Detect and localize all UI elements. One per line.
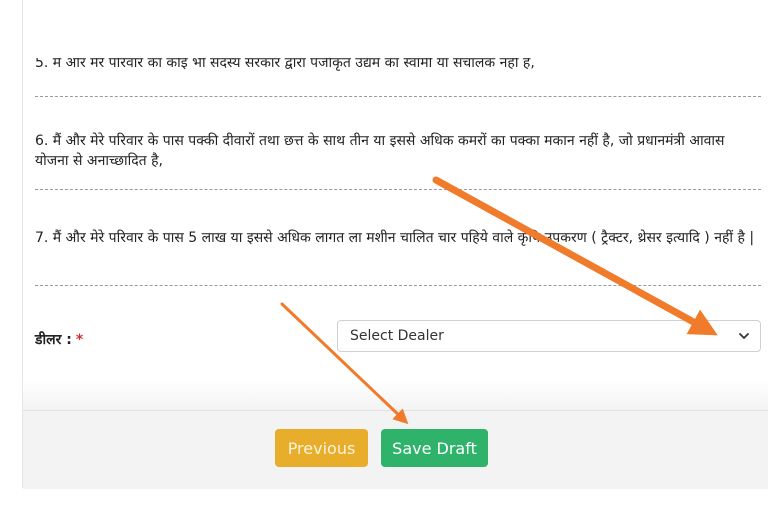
previous-button[interactable]: Previous xyxy=(275,429,368,467)
dealer-select[interactable]: Select Dealer xyxy=(337,320,761,352)
form-card: 5. मैं और मेरे परिवार का कोई भी सदस्य सर… xyxy=(22,0,768,489)
dealer-label: डीलर : * xyxy=(35,330,83,349)
declaration-clause-5: 5. मैं और मेरे परिवार का कोई भी सदस्य सर… xyxy=(35,58,755,76)
dealer-select-value: Select Dealer xyxy=(350,328,444,344)
footer-fade xyxy=(23,380,768,410)
declaration-clause-7: 7. मैं और मेरे परिवार के पास 5 लाख या इस… xyxy=(35,230,755,246)
divider xyxy=(35,285,761,286)
divider xyxy=(35,189,761,190)
dealer-label-text: डीलर : xyxy=(35,332,72,348)
required-marker: * xyxy=(75,332,84,348)
divider xyxy=(35,96,761,97)
declaration-clause-6: 6. मैं और मेरे परिवार के पास पक्की दीवार… xyxy=(35,133,725,169)
chevron-down-icon xyxy=(739,333,749,339)
form-footer: Previous Save Draft xyxy=(23,410,768,489)
save-draft-button[interactable]: Save Draft xyxy=(381,429,488,467)
declaration-clause-5-text: 5. मैं और मेरे परिवार का कोई भी सदस्य सर… xyxy=(35,58,535,71)
page: 5. मैं और मेरे परिवार का कोई भी सदस्य सर… xyxy=(0,0,768,511)
